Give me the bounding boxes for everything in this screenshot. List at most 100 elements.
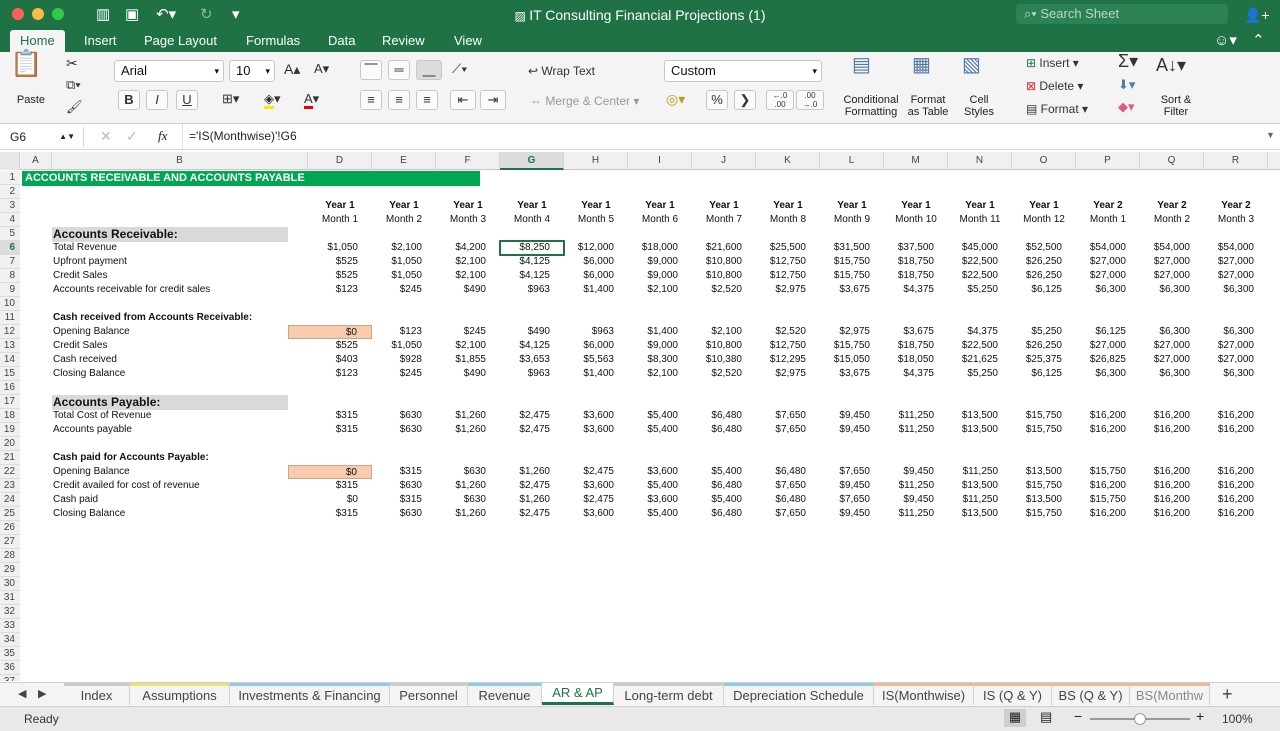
column-header-h[interactable]: H — [564, 152, 628, 170]
data-cell[interactable]: $928 — [372, 353, 436, 367]
sheet-tab-assumptions[interactable]: Assumptions — [130, 683, 230, 705]
data-cell[interactable]: $2 — [1268, 353, 1280, 367]
row-header[interactable]: 12 — [0, 325, 20, 339]
sort-filter-button[interactable]: Sort & Filter — [1150, 94, 1202, 118]
row-header[interactable]: 15 — [0, 367, 20, 381]
data-cell[interactable]: $315 — [308, 423, 372, 437]
data-cell[interactable]: $6,000 — [564, 269, 628, 283]
data-cell[interactable]: $525 — [308, 339, 372, 353]
clear-icon[interactable]: ◆▾ — [1118, 100, 1135, 114]
data-cell[interactable]: $15,050 — [820, 353, 884, 367]
row-header[interactable]: 37 — [0, 675, 20, 681]
data-cell[interactable]: $2,475 — [500, 409, 564, 423]
data-cell[interactable]: $1,050 — [372, 339, 436, 353]
select-all-button[interactable] — [0, 152, 20, 170]
font-size-select[interactable]: 10 ▾ — [229, 60, 275, 82]
feedback-smiley-icon[interactable]: ☺▾ — [1214, 32, 1237, 50]
data-cell[interactable]: $27,000 — [1204, 269, 1268, 283]
redo-icon[interactable]: ↻ — [200, 6, 213, 24]
align-left-icon[interactable]: ≡ — [360, 90, 382, 110]
data-cell[interactable]: $5 — [1268, 241, 1280, 255]
data-cell[interactable]: $15,750 — [1012, 423, 1076, 437]
bold-button[interactable]: B — [118, 90, 140, 110]
year-header[interactable]: Year 1 — [756, 199, 820, 213]
row-header[interactable]: 2 — [0, 185, 20, 199]
customize-toolbar-icon[interactable]: ▾ — [232, 6, 240, 24]
align-middle-icon[interactable]: ═ — [388, 60, 410, 80]
row-label[interactable]: Accounts receivable for credit sales — [52, 283, 288, 297]
data-cell[interactable]: $27,000 — [1140, 269, 1204, 283]
column-header-f[interactable]: F — [436, 152, 500, 170]
formula-input[interactable]: ='IS(Monthwise)'!G6 — [182, 124, 1262, 149]
column-header-i[interactable]: I — [628, 152, 692, 170]
data-cell[interactable]: $3,600 — [628, 465, 692, 479]
data-cell[interactable]: $16,200 — [1076, 423, 1140, 437]
data-cell[interactable]: $5,250 — [948, 367, 1012, 381]
data-cell[interactable]: $6,125 — [1012, 283, 1076, 297]
data-cell[interactable]: $2,100 — [436, 269, 500, 283]
data-cell[interactable]: $3,675 — [820, 367, 884, 381]
data-cell[interactable]: $6,480 — [692, 479, 756, 493]
align-bottom-icon[interactable]: ⎽ — [416, 60, 442, 80]
data-cell[interactable]: $15,750 — [820, 255, 884, 269]
data-cell[interactable]: $245 — [436, 325, 500, 339]
data-cell[interactable]: $5,400 — [628, 507, 692, 521]
data-cell[interactable]: $15,750 — [820, 269, 884, 283]
font-name-select[interactable]: Arial ▾ — [114, 60, 224, 82]
column-header-l[interactable]: L — [820, 152, 884, 170]
data-cell[interactable]: $11,250 — [884, 409, 948, 423]
row-header[interactable]: 33 — [0, 619, 20, 633]
data-cell[interactable]: $ — [1268, 325, 1280, 339]
data-cell[interactable]: $54,000 — [1076, 241, 1140, 255]
cancel-icon[interactable]: ✕ — [100, 128, 112, 145]
ribbon-tab-page-layout[interactable]: Page Layout — [134, 30, 227, 52]
borders-icon[interactable]: ⊞▾ — [222, 92, 239, 106]
search-sheet-input[interactable]: ⌕▾ Search Sheet — [1016, 4, 1228, 24]
ribbon-tab-formulas[interactable]: Formulas — [236, 30, 310, 52]
data-cell[interactable]: $13,500 — [1012, 493, 1076, 507]
data-cell[interactable]: $18,000 — [628, 241, 692, 255]
data-cell[interactable]: $10,800 — [692, 339, 756, 353]
zoom-out-icon[interactable]: − — [1074, 708, 1082, 724]
data-cell[interactable]: $1,260 — [500, 493, 564, 507]
data-cell[interactable]: $2,100 — [628, 283, 692, 297]
data-cell[interactable]: $16,200 — [1204, 507, 1268, 521]
wrap-text-button[interactable]: ↩ Wrap Text — [528, 64, 595, 78]
data-cell[interactable]: $490 — [436, 283, 500, 297]
year-header[interactable]: Year 1 — [1012, 199, 1076, 213]
sheet-tab-investments-financing[interactable]: Investments & Financing — [230, 683, 390, 705]
data-cell[interactable]: $9,450 — [820, 507, 884, 521]
data-cell[interactable]: $25,500 — [756, 241, 820, 255]
data-cell[interactable]: $26,250 — [1012, 255, 1076, 269]
data-cell[interactable]: $16,200 — [1076, 409, 1140, 423]
data-cell[interactable]: $12,000 — [564, 241, 628, 255]
data-cell[interactable]: $2,100 — [436, 339, 500, 353]
data-cell[interactable]: $5,400 — [628, 409, 692, 423]
row-header[interactable]: 23 — [0, 479, 20, 493]
sidebar-toggle-icon[interactable]: ▥ — [96, 6, 110, 24]
data-cell[interactable]: $21,600 — [692, 241, 756, 255]
add-sheet-icon[interactable]: + — [1222, 683, 1233, 705]
data-cell[interactable]: $18,050 — [884, 353, 948, 367]
data-cell[interactable]: $4,375 — [948, 325, 1012, 339]
data-cell[interactable]: $9,450 — [820, 479, 884, 493]
year-header[interactable]: Year 2 — [1204, 199, 1268, 213]
data-cell[interactable]: $9,450 — [820, 409, 884, 423]
data-cell[interactable]: $123 — [372, 325, 436, 339]
year-header[interactable]: Year 1 — [308, 199, 372, 213]
data-cell[interactable]: $26,825 — [1076, 353, 1140, 367]
sort-filter-icon[interactable]: A↓▾ — [1156, 56, 1186, 74]
data-cell[interactable]: $2,100 — [436, 255, 500, 269]
data-cell[interactable]: $1,400 — [564, 283, 628, 297]
row-header[interactable]: 11 — [0, 311, 20, 325]
insert-cells-button[interactable]: ⊞ Insert ▾ — [1026, 56, 1079, 70]
data-cell[interactable]: $1,260 — [436, 479, 500, 493]
data-cell[interactable]: $2,975 — [756, 283, 820, 297]
row-header[interactable]: 3 — [0, 199, 20, 213]
data-cell[interactable]: $1 — [1268, 507, 1280, 521]
zoom-window-button[interactable] — [52, 8, 64, 20]
row-header[interactable]: 34 — [0, 633, 20, 647]
year-header[interactable]: Year 2 — [1076, 199, 1140, 213]
row-label[interactable]: Credit Sales — [52, 339, 288, 353]
data-cell[interactable]: $1,050 — [308, 241, 372, 255]
